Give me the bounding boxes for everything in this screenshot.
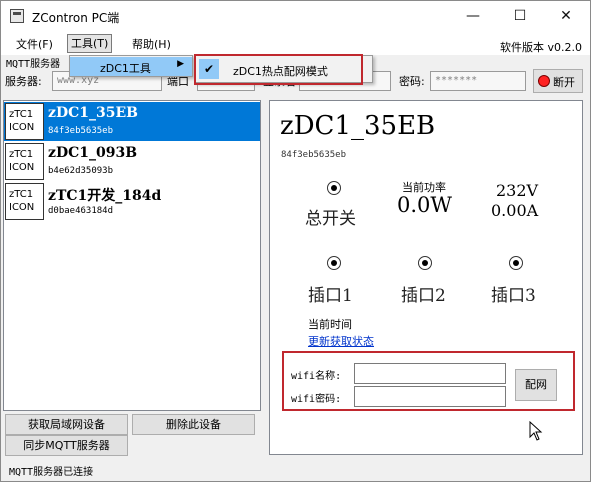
device-icon: zTC1 ICON <box>5 103 44 140</box>
device-icon: zTC1 ICON <box>5 143 44 180</box>
delete-device-button[interactable]: 删除此设备 <box>132 414 255 435</box>
window-title: ZContron PC端 <box>32 11 120 25</box>
device-row[interactable]: zTC1 ICON zDC1_35EB 84f3eb5635eb <box>4 102 260 141</box>
tools-dropdown: zDC1工具 ▶ <box>69 55 193 77</box>
device-row[interactable]: zTC1 ICON zDC1_093B b4e62d35093b <box>4 142 260 181</box>
software-version: 软件版本 v0.2.0 <box>500 41 582 54</box>
device-icon: zTC1 ICON <box>5 183 44 220</box>
menu-bar: 文件(F) 工具(T) 帮助(H) 软件版本 v0.2.0 <box>1 32 590 55</box>
socket3-radio[interactable] <box>509 256 523 270</box>
server-label: 服务器: <box>5 75 42 88</box>
main-switch-radio[interactable] <box>327 181 341 195</box>
device-name: zDC1_093B <box>48 145 138 161</box>
highlight-box-submenu <box>194 54 363 85</box>
menu-item-zdc1-tools[interactable]: zDC1工具 ▶ <box>70 57 192 76</box>
status-bar-text: MQTT服务器已连接 <box>9 467 94 478</box>
device-row[interactable]: zTC1 ICON zTC1开发_184d d0bae463184d <box>4 182 260 221</box>
menu-help[interactable]: 帮助(H) <box>129 36 174 52</box>
socket2-radio[interactable] <box>418 256 432 270</box>
minimize-button[interactable]: — <box>450 1 496 32</box>
mqtt-section-label: MQTT服务器 <box>6 59 61 70</box>
socket1-radio[interactable] <box>327 256 341 270</box>
device-detail-mac: 84f3eb5635eb <box>281 150 347 160</box>
device-name: zTC1开发_184d <box>48 188 162 204</box>
device-name: zDC1_35EB <box>48 105 138 121</box>
device-title: zDC1_35EB <box>280 111 436 141</box>
voltage-value: 232V <box>496 181 539 200</box>
submenu-arrow-icon: ▶ <box>177 59 184 69</box>
socket1-label: 插口1 <box>308 286 353 306</box>
disconnect-label: 断开 <box>553 76 575 89</box>
highlight-box-wifi <box>282 351 575 411</box>
title-bar: ZContron PC端 — ☐ ✕ <box>1 1 590 32</box>
socket3-label: 插口3 <box>491 286 536 306</box>
device-mac: b4e62d35093b <box>48 166 114 176</box>
main-switch-label: 总开关 <box>305 209 356 229</box>
current-time-label: 当前时间 <box>308 318 352 331</box>
zdc1-tools-label: zDC1工具 <box>100 62 151 75</box>
disconnect-button[interactable]: 断开 <box>533 69 583 93</box>
password-input[interactable]: ******* <box>430 71 526 91</box>
refresh-status-link[interactable]: 更新获取状态 <box>308 333 374 349</box>
sync-mqtt-button[interactable]: 同步MQTT服务器 <box>5 435 128 456</box>
menu-file[interactable]: 文件(F) <box>13 36 56 52</box>
power-value: 0.0W <box>397 193 452 217</box>
device-mac: 84f3eb5635eb <box>48 126 114 136</box>
mouse-cursor-icon <box>529 420 543 444</box>
menu-tools[interactable]: 工具(T) <box>67 34 113 53</box>
socket2-label: 插口2 <box>401 286 446 306</box>
close-button[interactable]: ✕ <box>543 1 589 32</box>
device-list[interactable]: zTC1 ICON zDC1_35EB 84f3eb5635eb zTC1 ICON… <box>3 100 261 411</box>
maximize-button[interactable]: ☐ <box>497 1 543 32</box>
device-mac: d0bae463184d <box>48 206 114 216</box>
current-value: 0.00A <box>491 201 539 220</box>
password-label: 密码: <box>399 75 425 88</box>
status-red-dot-icon <box>538 75 550 87</box>
scan-lan-button[interactable]: 获取局域网设备 <box>5 414 128 435</box>
app-window: ZContron PC端 — ☐ ✕ 文件(F) 工具(T) 帮助(H) 软件版… <box>0 0 591 482</box>
app-icon <box>10 9 24 23</box>
